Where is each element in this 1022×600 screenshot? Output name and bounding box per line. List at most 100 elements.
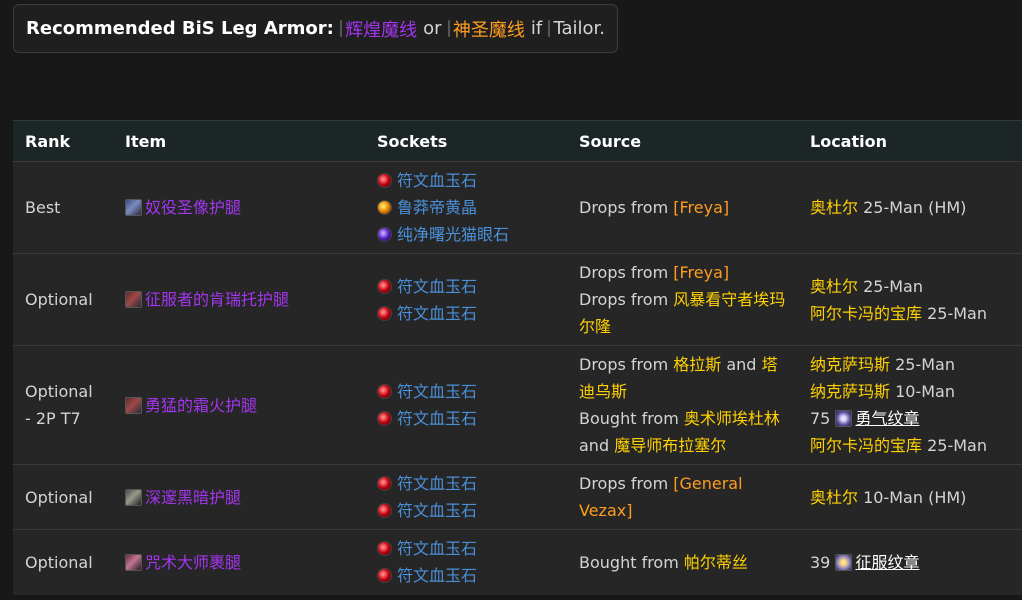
zone-link[interactable]: 奥杜尔 — [810, 198, 858, 217]
source-prefix: Drops from — [579, 355, 669, 374]
source-prefix: Bought from — [579, 552, 679, 572]
source-cell: Drops from [Freya] — [567, 161, 798, 254]
red-gem-icon — [377, 384, 392, 399]
gem-link[interactable]: 符文血玉石 — [397, 409, 477, 428]
bis-leg-armor-table: Rank Item Sockets Source Location Best 奴… — [13, 120, 1022, 595]
npc-link[interactable]: 格拉斯 — [673, 355, 721, 374]
source-prefix: Drops from — [579, 290, 669, 309]
red-gem-icon — [377, 305, 392, 321]
emblem-icon — [835, 553, 853, 571]
gem-link[interactable]: 符文血玉石 — [397, 566, 477, 585]
source-cell: Drops from [General Vezax] — [567, 464, 798, 530]
raid-size: 25-Man — [927, 436, 987, 455]
leg-armor-icon — [125, 553, 142, 571]
raid-size: 10-Man (HM) — [863, 487, 967, 507]
zone-link[interactable]: 纳克萨玛斯 — [810, 355, 890, 374]
zone-link[interactable]: 纳克萨玛斯 — [810, 382, 890, 401]
table-header-row: Rank Item Sockets Source Location — [13, 120, 1022, 162]
location-cell: 39 征服纹章 — [798, 529, 1022, 595]
raid-size: 25-Man — [863, 276, 923, 296]
gem-link[interactable]: 符文血玉石 — [397, 539, 477, 558]
spellthread-icon — [447, 20, 450, 37]
leg-armor-icon — [125, 396, 142, 414]
recommendation-banner: Recommended BiS Leg Armor: 辉煌魔线 or 神圣魔线 … — [13, 4, 618, 53]
tailor-text: Tailor. — [553, 18, 605, 39]
source-cell: Drops from 格拉斯 and 塔 迪乌斯 Bought from 奥术师… — [567, 345, 798, 465]
currency-link[interactable]: 勇气纹章 — [855, 409, 919, 428]
item-link[interactable]: 深邃黑暗护腿 — [145, 488, 241, 507]
zone-link[interactable]: 奥杜尔 — [810, 277, 858, 296]
header-rank[interactable]: Rank — [13, 120, 113, 162]
header-source[interactable]: Source — [567, 120, 798, 162]
rank-cell: Best — [13, 161, 113, 254]
npc-link[interactable]: [Freya] — [673, 263, 729, 282]
header-location[interactable]: Location — [798, 120, 1022, 162]
raid-size: 10-Man — [895, 382, 955, 401]
location-cell: 奥杜尔 25-Man 阿尔卡冯的宝库 25-Man — [798, 253, 1022, 346]
npc-link[interactable]: 塔 — [762, 355, 778, 374]
table-row: Optional 征服者的肯瑞托护腿 符文血玉石 符文血玉石 Drops fro… — [13, 253, 1022, 346]
raid-size: 25-Man — [895, 355, 955, 374]
tailoring-icon — [548, 20, 551, 37]
source-prefix: Drops from — [579, 474, 669, 493]
spellthread-icon — [339, 20, 343, 37]
sockets-cell: 符文血玉石 符文血玉石 — [365, 253, 567, 346]
rank-cell: Optional — [13, 529, 113, 595]
item-link[interactable]: 勇猛的霜火护腿 — [145, 396, 257, 415]
currency-link[interactable]: 征服纹章 — [855, 553, 919, 572]
and-text: and — [579, 436, 610, 455]
gem-link[interactable]: 符文血玉石 — [397, 304, 477, 323]
item-link[interactable]: 咒术大师裹腿 — [145, 553, 241, 572]
vendor-link[interactable]: 帕尔蒂丝 — [684, 553, 748, 572]
gem-link[interactable]: 纯净曙光猫眼石 — [397, 225, 509, 244]
if-text: if — [530, 18, 543, 39]
purple-gem-icon — [377, 227, 392, 242]
table-row: Optional 深邃黑暗护腿 符文血玉石 符文血玉石 Drops from [… — [13, 464, 1022, 530]
zone-link[interactable]: 阿尔卡冯的宝库 — [810, 436, 922, 455]
red-gem-icon — [377, 411, 392, 426]
sockets-cell: 符文血玉石 符文血玉石 — [365, 529, 567, 595]
red-gem-icon — [377, 278, 392, 294]
gem-link[interactable]: 符文血玉石 — [397, 277, 477, 296]
leg-armor-icon — [125, 199, 142, 216]
location-cell: 纳克萨玛斯 25-Man 纳克萨玛斯 10-Man 75 勇气纹章 阿尔卡冯的宝… — [798, 345, 1022, 465]
option1-link[interactable]: 辉煌魔线 — [345, 16, 417, 42]
gem-link[interactable]: 符文血玉石 — [397, 171, 477, 190]
currency-count: 39 — [810, 552, 831, 572]
item-cell: 咒术大师裹腿 — [113, 529, 365, 595]
sockets-cell: 符文血玉石 符文血玉石 — [365, 345, 567, 465]
item-link[interactable]: 征服者的肯瑞托护腿 — [145, 290, 289, 309]
vendor-link[interactable]: 魔导师布拉塞尔 — [614, 436, 726, 455]
header-sockets[interactable]: Sockets — [365, 120, 567, 162]
item-link[interactable]: 奴役圣像护腿 — [145, 198, 241, 217]
red-gem-icon — [377, 568, 392, 584]
emblem-icon — [835, 410, 853, 427]
npc-link[interactable]: 迪乌斯 — [579, 382, 627, 401]
gem-link[interactable]: 符文血玉石 — [397, 474, 477, 493]
source-prefix: Bought from — [579, 409, 679, 428]
item-cell: 征服者的肯瑞托护腿 — [113, 253, 365, 346]
rank-cell: Optional - 2P T7 — [13, 345, 113, 465]
red-gem-icon — [377, 503, 392, 518]
recommendation-label: Recommended BiS Leg Armor: — [26, 18, 334, 39]
source-prefix: Drops from — [579, 263, 669, 282]
zone-link[interactable]: 阿尔卡冯的宝库 — [810, 304, 922, 323]
zone-link[interactable]: 奥杜尔 — [810, 488, 858, 507]
red-gem-icon — [377, 541, 392, 557]
source-cell: Bought from 帕尔蒂丝 — [567, 529, 798, 595]
orange-gem-icon — [377, 200, 392, 215]
vendor-link[interactable]: 奥术师埃杜林 — [684, 409, 780, 428]
option2-link[interactable]: 神圣魔线 — [453, 16, 525, 42]
npc-link[interactable]: [Freya] — [673, 198, 729, 217]
table-row: Best 奴役圣像护腿 符文血玉石 鲁莽帝黄晶 纯净曙光猫眼石 Drops fr… — [13, 161, 1022, 254]
raid-size: 25-Man (HM) — [863, 198, 967, 217]
gem-link[interactable]: 符文血玉石 — [397, 382, 477, 401]
raid-size: 25-Man — [927, 303, 987, 323]
sockets-cell: 符文血玉石 鲁莽帝黄晶 纯净曙光猫眼石 — [365, 161, 567, 254]
or-text: or — [423, 18, 442, 39]
gem-link[interactable]: 鲁莽帝黄晶 — [397, 198, 477, 217]
leg-armor-icon — [125, 488, 142, 506]
header-item[interactable]: Item — [113, 120, 365, 162]
and-text: and — [726, 355, 757, 374]
gem-link[interactable]: 符文血玉石 — [397, 501, 477, 520]
